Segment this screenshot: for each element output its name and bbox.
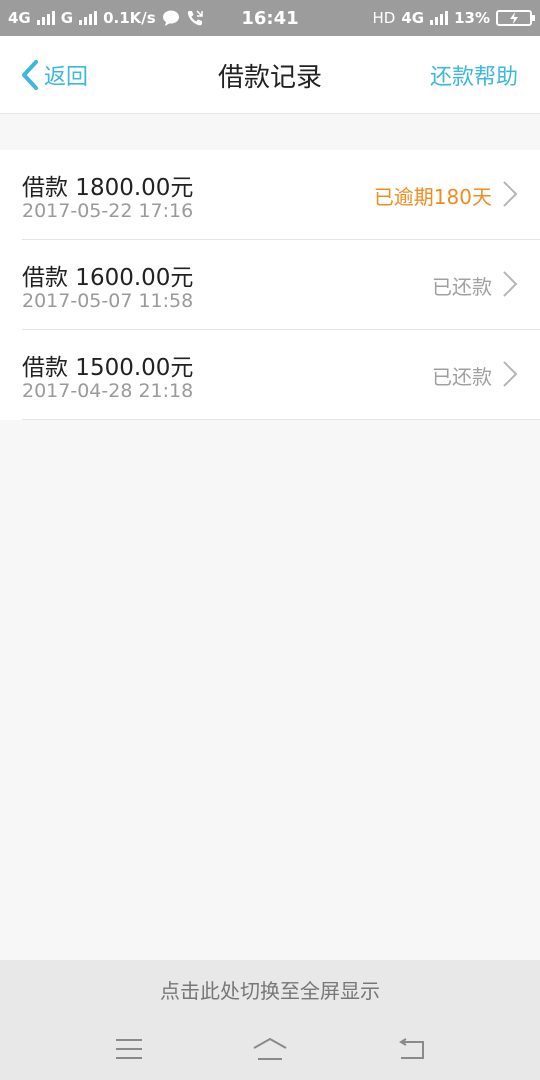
loan-date: 2017-04-28 21:18 <box>22 380 194 402</box>
menu-icon[interactable] <box>115 1038 143 1060</box>
home-icon[interactable] <box>252 1037 288 1061</box>
loan-status: 已还款 <box>432 364 492 389</box>
fullscreen-toggle-prompt[interactable]: 点击此处切换至全屏显示 <box>0 960 540 1018</box>
status-bar: 4G G 0.1K/s 16:41 HD 4G 13% <box>0 0 540 36</box>
loan-record-row[interactable]: 借款 1500.00元 2017-04-28 21:18 已还款 <box>0 330 540 420</box>
loan-status: 已还款 <box>432 274 492 299</box>
navigation-bar: 返回 借款记录 还款帮助 <box>0 36 540 114</box>
back-nav-icon[interactable] <box>397 1038 425 1060</box>
battery-percent: 13% <box>454 9 490 27</box>
network-type-label-3: 4G <box>401 9 425 27</box>
loan-record-list: 借款 1800.00元 2017-05-22 17:16 已逾期180天 借款 … <box>0 150 540 420</box>
loan-record-row[interactable]: 借款 1600.00元 2017-05-07 11:58 已还款 <box>0 240 540 330</box>
chevron-right-icon <box>503 271 518 297</box>
battery-charging-icon <box>496 10 535 26</box>
loan-status: 已逾期180天 <box>373 184 492 209</box>
clock: 16:41 <box>241 7 299 29</box>
loan-amount: 借款 1500.00元 <box>22 355 194 381</box>
loan-date: 2017-05-22 17:16 <box>22 200 194 222</box>
hd-label: HD <box>372 9 396 27</box>
repayment-help-link[interactable]: 还款帮助 <box>430 36 518 114</box>
system-nav-bar <box>0 1018 540 1080</box>
loan-amount: 借款 1600.00元 <box>22 265 194 291</box>
loan-date: 2017-05-07 11:58 <box>22 290 194 312</box>
loan-amount: 借款 1800.00元 <box>22 175 194 201</box>
chevron-right-icon <box>503 181 518 207</box>
signal-icon-3 <box>430 11 449 25</box>
chevron-right-icon <box>503 361 518 387</box>
loan-record-row[interactable]: 借款 1800.00元 2017-05-22 17:16 已逾期180天 <box>0 150 540 240</box>
